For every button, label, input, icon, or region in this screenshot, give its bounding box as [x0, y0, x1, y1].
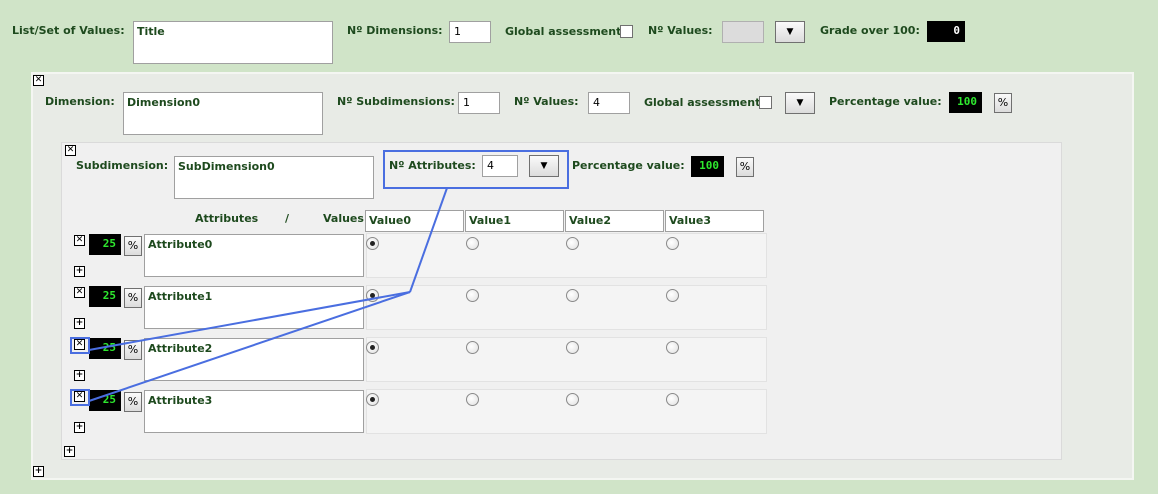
dimension-n-values-label: Nº Values:	[514, 95, 579, 108]
value-column-header[interactable]: Value3	[665, 210, 764, 232]
add-dimension-button[interactable]: +	[33, 466, 44, 477]
chevron-down-icon: ▼	[540, 161, 548, 171]
dimension-n-values-input[interactable]: 4	[588, 92, 630, 114]
attribute-percentage-button[interactable]: %	[124, 236, 142, 256]
add-attribute-button[interactable]: +	[74, 422, 85, 433]
percent-icon: %	[997, 96, 1009, 109]
n-subdimensions-input[interactable]: 1	[458, 92, 500, 114]
value-radio[interactable]	[466, 393, 479, 406]
remove-attribute-button[interactable]: ✕	[74, 339, 85, 350]
value-radio[interactable]	[666, 289, 679, 302]
attribute-percentage-button[interactable]: %	[124, 392, 142, 412]
header-slash: /	[285, 212, 290, 225]
dimension-global-assessment-checkbox[interactable]	[759, 96, 772, 109]
dimension-label: Dimension:	[45, 95, 115, 108]
percent-icon: %	[127, 395, 139, 408]
global-assessment-label: Global assessment	[505, 25, 622, 38]
remove-attribute-button[interactable]: ✕	[74, 287, 85, 298]
subdimension-percentage-value: 100	[691, 156, 724, 177]
percent-icon: %	[127, 343, 139, 356]
list-label: List/Set of Values:	[12, 24, 125, 37]
n-subdimensions-label: Nº Subdimensions:	[337, 95, 455, 108]
add-subdimension-button[interactable]: +	[64, 446, 75, 457]
grade-value: 0	[927, 21, 965, 42]
plus-icon: +	[34, 466, 43, 476]
attribute-weight: 25	[89, 338, 121, 359]
n-dimensions-input[interactable]: 1	[449, 21, 491, 43]
chevron-down-icon: ▼	[796, 98, 804, 108]
plus-icon: +	[75, 370, 84, 380]
grade-label: Grade over 100:	[820, 24, 920, 37]
add-attribute-button[interactable]: +	[74, 318, 85, 329]
dimension-percentage-button[interactable]: %	[994, 93, 1012, 113]
percent-icon: %	[127, 291, 139, 304]
dimension-percentage-label: Percentage value:	[829, 95, 942, 108]
plus-icon: +	[65, 446, 74, 456]
remove-attribute-button[interactable]: ✕	[74, 235, 85, 246]
subdimension-percentage-label: Percentage value:	[572, 159, 685, 172]
value-radio[interactable]	[566, 393, 579, 406]
dimension-percentage-value: 100	[949, 92, 982, 113]
value-radio[interactable]	[466, 237, 479, 250]
value-radio[interactable]	[566, 289, 579, 302]
value-radio[interactable]	[366, 393, 379, 406]
plus-icon: +	[75, 422, 84, 432]
n-values-input	[722, 21, 764, 43]
dimension-name-input[interactable]: Dimension0	[123, 92, 323, 135]
value-column-header[interactable]: Value1	[465, 210, 564, 232]
chevron-down-icon: ▼	[786, 27, 794, 37]
attribute-percentage-button[interactable]: %	[124, 340, 142, 360]
dimension-values-dropdown-button[interactable]: ▼	[785, 92, 815, 114]
attribute-name-input[interactable]: Attribute0	[144, 234, 364, 277]
subdimension-label: Subdimension:	[76, 159, 169, 172]
attribute-name-input[interactable]: Attribute3	[144, 390, 364, 433]
n-attributes-input[interactable]: 4	[482, 155, 518, 177]
value-radio[interactable]	[566, 341, 579, 354]
value-column-header[interactable]: Value2	[565, 210, 664, 232]
close-icon: ✕	[75, 235, 84, 245]
plus-icon: +	[75, 318, 84, 328]
subdimension-percentage-button[interactable]: %	[736, 157, 754, 177]
close-icon: ✕	[75, 391, 84, 401]
n-values-dropdown-button[interactable]: ▼	[775, 21, 805, 43]
n-attributes-label: Nº Attributes:	[389, 159, 476, 172]
percent-icon: %	[127, 239, 139, 252]
attribute-weight: 25	[89, 286, 121, 307]
close-icon: ✕	[75, 287, 84, 297]
value-radio[interactable]	[666, 393, 679, 406]
value-radio[interactable]	[366, 289, 379, 302]
close-icon: ✕	[66, 145, 75, 155]
dimension-global-assessment-label: Global assessment	[644, 96, 761, 109]
value-radio[interactable]	[366, 341, 379, 354]
remove-attribute-button[interactable]: ✕	[74, 391, 85, 402]
attributes-header: Attributes	[195, 212, 259, 225]
value-column-header[interactable]: Value0	[365, 210, 464, 232]
attribute-name-input[interactable]: Attribute1	[144, 286, 364, 329]
n-attributes-dropdown-button[interactable]: ▼	[529, 155, 559, 177]
plus-icon: +	[75, 266, 84, 276]
value-radio[interactable]	[366, 237, 379, 250]
close-icon: ✕	[34, 75, 43, 85]
add-attribute-button[interactable]: +	[74, 370, 85, 381]
global-assessment-checkbox[interactable]	[620, 25, 633, 38]
value-radio[interactable]	[566, 237, 579, 250]
value-radio[interactable]	[666, 237, 679, 250]
attribute-percentage-button[interactable]: %	[124, 288, 142, 308]
n-dimensions-label: Nº Dimensions:	[347, 24, 443, 37]
percent-icon: %	[739, 160, 751, 173]
values-header: Values	[323, 212, 364, 225]
add-attribute-button[interactable]: +	[74, 266, 85, 277]
list-title-input[interactable]: Title	[133, 21, 333, 64]
subdimension-name-input[interactable]: SubDimension0	[174, 156, 374, 199]
n-values-label: Nº Values:	[648, 24, 713, 37]
value-radio[interactable]	[666, 341, 679, 354]
remove-dimension-button[interactable]: ✕	[33, 75, 44, 86]
attribute-name-input[interactable]: Attribute2	[144, 338, 364, 381]
remove-subdimension-button[interactable]: ✕	[65, 145, 76, 156]
close-icon: ✕	[75, 339, 84, 349]
attribute-weight: 25	[89, 390, 121, 411]
attribute-weight: 25	[89, 234, 121, 255]
value-radio[interactable]	[466, 289, 479, 302]
value-radio[interactable]	[466, 341, 479, 354]
